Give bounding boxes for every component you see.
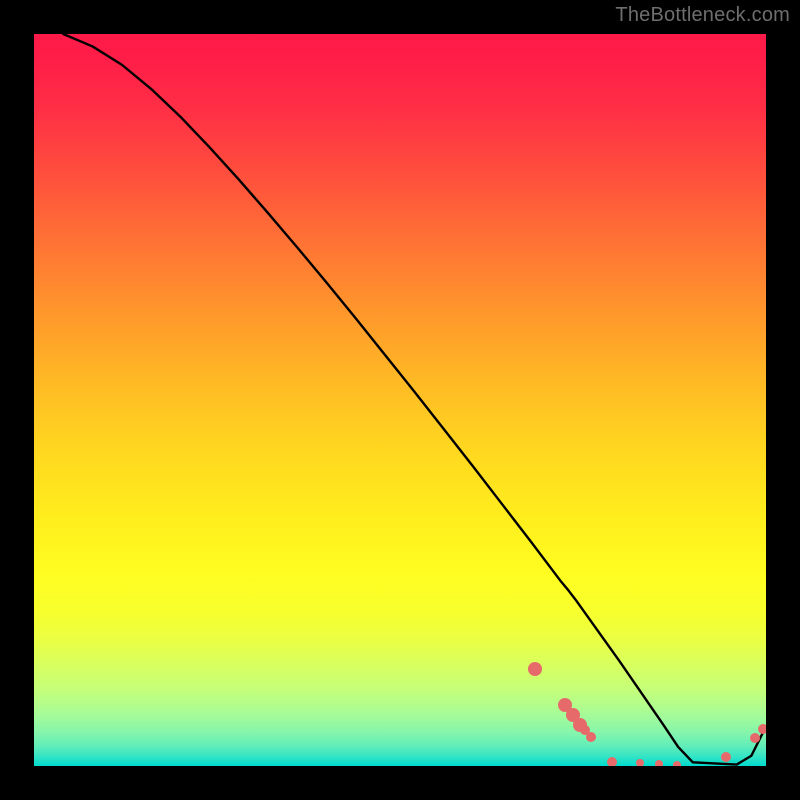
data-marker	[721, 752, 731, 762]
data-marker	[586, 732, 596, 742]
data-marker	[750, 733, 760, 743]
chart-curve-layer	[34, 34, 766, 766]
data-marker	[528, 662, 542, 676]
data-marker	[673, 761, 681, 766]
plot-area	[34, 34, 766, 766]
data-marker	[758, 724, 766, 734]
series-curve	[63, 34, 766, 765]
data-marker	[607, 757, 617, 766]
data-marker	[636, 759, 644, 766]
data-marker	[655, 760, 663, 766]
watermark-text: TheBottleneck.com	[615, 4, 790, 27]
